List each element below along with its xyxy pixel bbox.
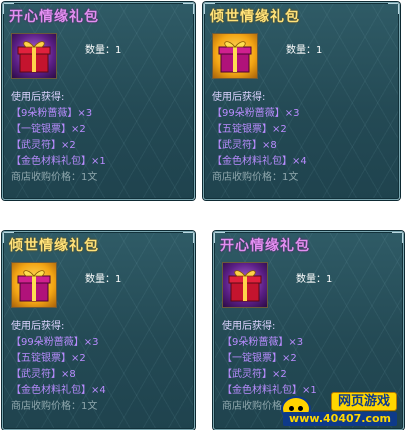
reward-count: ×3	[77, 108, 93, 119]
card-title: 倾世情缘礼包	[9, 238, 99, 254]
gift-card-3: 倾世情缘礼包 数量：1 使用后获得: 【99朵粉蔷薇】×3 【五锭银票】×2 【…	[2, 231, 195, 430]
reward-count: ×1	[91, 156, 106, 167]
reward-name: 【一锭银票】	[11, 124, 71, 135]
quantity: 数量：1	[296, 270, 332, 285]
gift-box-icon	[228, 270, 262, 302]
reward-name: 【金色材料礼包】	[11, 156, 91, 167]
reward-item: 【金色材料礼包】×4	[11, 383, 106, 399]
use-label: 使用后获得:	[212, 92, 266, 103]
reward-item: 【9朵粉蔷薇】×3	[222, 335, 317, 351]
reward-count: ×2	[282, 353, 297, 364]
reward-item: 【五锭银票】×2	[212, 122, 307, 138]
reward-name: 【武灵符】	[11, 369, 61, 380]
shop-price: 商店收购价格：1文	[11, 401, 98, 412]
quantity-label: 数量：	[85, 45, 115, 56]
reward-list: 使用后获得: 【9朵粉蔷薇】×3 【一锭银票】×2 【武灵符】×2 【金色材料礼…	[11, 90, 106, 186]
reward-count: ×2	[272, 124, 287, 135]
reward-name: 【金色材料礼包】	[212, 156, 292, 167]
use-label: 使用后获得:	[222, 321, 276, 332]
reward-name: 【99朵粉蔷薇】	[212, 108, 285, 119]
card-title: 开心情缘礼包	[220, 238, 310, 254]
gift-card-2: 倾世情缘礼包 数量：1 使用后获得: 【99朵粉蔷薇】×3 【五锭银票】×2 【…	[203, 2, 400, 200]
reward-count: ×4	[91, 385, 106, 396]
quantity: 数量：1	[85, 41, 121, 56]
reward-list: 使用后获得: 【99朵粉蔷薇】×3 【五锭银票】×2 【武灵符】×8 【金色材料…	[11, 319, 106, 415]
reward-item: 【金色材料礼包】×4	[212, 154, 307, 170]
use-label: 使用后获得:	[11, 321, 65, 332]
reward-count: ×2	[272, 369, 287, 380]
gift-box-icon	[17, 41, 51, 73]
gift-box-icon	[218, 41, 252, 73]
reward-name: 【武灵符】	[11, 140, 61, 151]
quantity-value: 1	[326, 274, 333, 285]
card-title: 开心情缘礼包	[9, 9, 99, 25]
reward-item: 【武灵符】×8	[212, 138, 307, 154]
frame-corner-icon	[183, 232, 194, 243]
watermark-title: 网页游戏	[330, 392, 397, 411]
reward-name: 【一锭银票】	[222, 353, 282, 364]
quantity-value: 1	[316, 45, 323, 56]
quantity: 数量：1	[85, 270, 121, 285]
reward-count: ×3	[284, 108, 300, 119]
card-title: 倾世情缘礼包	[210, 9, 300, 25]
reward-item: 【99朵粉蔷薇】×3	[11, 335, 106, 351]
gift-box-icon[interactable]	[11, 33, 57, 79]
reward-item: 【五锭银票】×2	[11, 351, 106, 367]
quantity-label: 数量：	[296, 274, 326, 285]
reward-item: 【99朵粉蔷薇】×3	[212, 106, 307, 122]
gift-card-1: 开心情缘礼包 数量：1 使用后获得: 【9朵粉蔷薇】×3 【一锭银票】×2 【武…	[2, 2, 195, 200]
reward-count: ×2	[71, 353, 86, 364]
watermark-url: www.40407.com	[283, 412, 397, 426]
reward-count: ×2	[71, 124, 86, 135]
reward-count: ×4	[292, 156, 307, 167]
reward-name: 【99朵粉蔷薇】	[11, 337, 84, 348]
gift-card-4: 开心情缘礼包 数量：1 使用后获得: 【9朵粉蔷薇】×3 【一锭银票】×2 【武…	[213, 231, 404, 430]
reward-item: 【一锭银票】×2	[11, 122, 106, 138]
quantity-value: 1	[115, 45, 122, 56]
reward-name: 【金色材料礼包】	[11, 385, 91, 396]
site-watermark: 网页游戏 www.40407.com	[277, 392, 399, 426]
reward-name: 【武灵符】	[212, 140, 262, 151]
reward-count: ×3	[288, 337, 304, 348]
gift-box-icon[interactable]	[11, 262, 57, 308]
reward-count: ×3	[83, 337, 99, 348]
reward-item: 【金色材料礼包】×1	[11, 154, 106, 170]
use-label: 使用后获得:	[11, 92, 65, 103]
reward-item: 【一锭银票】×2	[222, 351, 317, 367]
reward-count: ×8	[262, 140, 277, 151]
reward-list: 使用后获得: 【99朵粉蔷薇】×3 【五锭银票】×2 【武灵符】×8 【金色材料…	[212, 90, 307, 186]
reward-name: 【9朵粉蔷薇】	[11, 108, 78, 119]
reward-item: 【9朵粉蔷薇】×3	[11, 106, 106, 122]
quantity-label: 数量：	[286, 45, 316, 56]
reward-count: ×8	[61, 369, 76, 380]
quantity-value: 1	[115, 274, 122, 285]
quantity-label: 数量：	[85, 274, 115, 285]
frame-corner-icon	[388, 3, 399, 14]
gift-box-icon[interactable]	[212, 33, 258, 79]
shop-price: 商店收购价格：1文	[212, 172, 299, 183]
reward-item: 【武灵符】×2	[222, 367, 317, 383]
reward-name: 【9朵粉蔷薇】	[222, 337, 289, 348]
reward-name: 【武灵符】	[222, 369, 272, 380]
reward-name: 【五锭银票】	[212, 124, 272, 135]
shop-price: 商店收购价格：1文	[11, 172, 98, 183]
gift-box-icon[interactable]	[222, 262, 268, 308]
reward-count: ×2	[61, 140, 76, 151]
reward-item: 【武灵符】×8	[11, 367, 106, 383]
reward-item: 【武灵符】×2	[11, 138, 106, 154]
quantity: 数量：1	[286, 41, 322, 56]
reward-name: 【五锭银票】	[11, 353, 71, 364]
gift-box-icon	[17, 270, 51, 302]
frame-corner-icon	[392, 232, 403, 243]
frame-corner-icon	[183, 3, 194, 14]
